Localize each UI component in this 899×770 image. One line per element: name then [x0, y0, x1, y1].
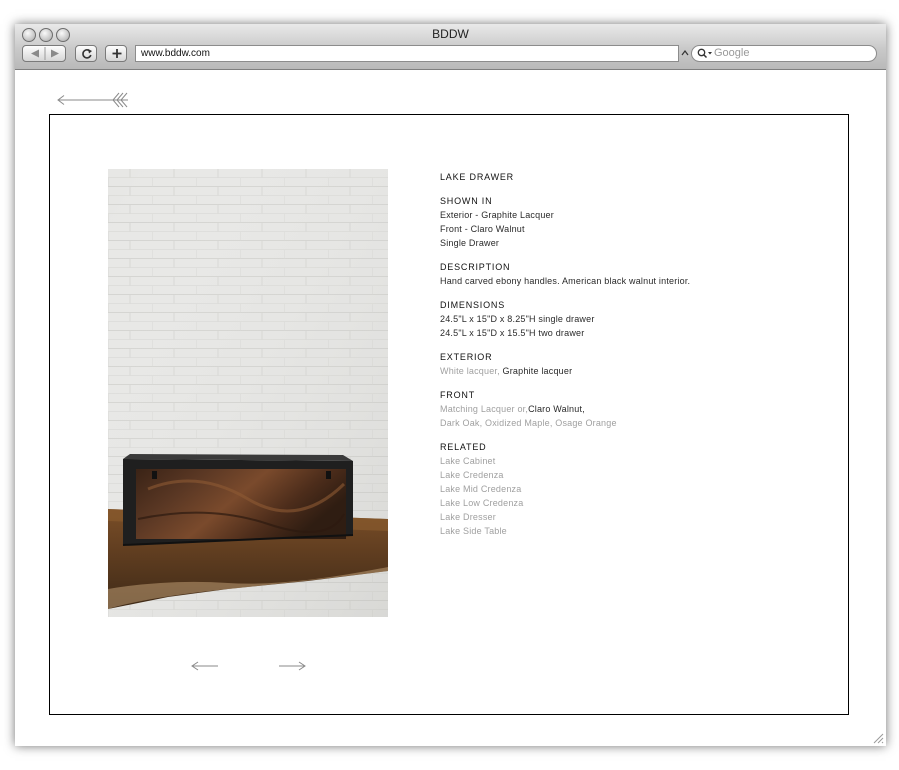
related-link[interactable]: Lake Cabinet [440, 454, 780, 468]
front-heading: FRONT [440, 390, 475, 400]
exterior-heading: EXTERIOR [440, 352, 493, 362]
dimensions-heading: DIMENSIONS [440, 300, 506, 310]
front-option-matching-link[interactable]: Matching Lacquer or, [440, 404, 528, 414]
reload-icon [82, 49, 92, 59]
search-field[interactable]: Google [691, 45, 877, 62]
address-bar[interactable]: www.bddw.com [135, 45, 679, 62]
front-option-claro[interactable]: Claro Walnut, [528, 404, 585, 414]
related-link[interactable]: Lake Side Table [440, 524, 780, 538]
browser-toolbar: BDDW www.bddw.com Google [15, 24, 886, 70]
description-text: Hand carved ebony handles. American blac… [440, 276, 691, 286]
exterior-option-graphite[interactable]: Graphite lacquer [503, 366, 573, 376]
related-heading: RELATED [440, 442, 487, 452]
shown-in-line: Front - Claro Walnut [440, 224, 525, 234]
dimensions-line: 24.5"L x 15"D x 8.25"H single drawer [440, 314, 595, 324]
product-info: LAKE DRAWER SHOWN IN Exterior - Graphite… [440, 170, 780, 538]
resize-grip-icon[interactable] [872, 732, 884, 744]
add-bookmark-button[interactable] [105, 45, 127, 62]
dimensions-line: 24.5"L x 15"D x 15.5"H two drawer [440, 328, 585, 338]
next-image-arrow-icon[interactable] [277, 660, 307, 672]
address-menu-chevron-icon[interactable] [681, 49, 689, 57]
front-option-others-link[interactable]: Dark Oak, Oxidized Maple, Osage Orange [440, 416, 780, 430]
plus-icon [112, 49, 122, 58]
back-button-icon[interactable] [31, 49, 39, 58]
previous-image-arrow-icon[interactable] [190, 660, 220, 672]
page-content: LAKE DRAWER SHOWN IN Exterior - Graphite… [15, 70, 886, 746]
exterior-option-white-link[interactable]: White lacquer, [440, 366, 500, 376]
related-link[interactable]: Lake Low Credenza [440, 496, 780, 510]
related-link[interactable]: Lake Dresser [440, 510, 780, 524]
back-forward-buttons [22, 45, 66, 62]
browser-window: BDDW www.bddw.com Google LAKE DRAWER SHO… [15, 24, 886, 746]
related-link[interactable]: Lake Credenza [440, 468, 780, 482]
forward-button-icon[interactable] [51, 49, 59, 58]
search-icon [697, 48, 712, 59]
description-heading: DESCRIPTION [440, 262, 511, 272]
product-title: LAKE DRAWER [440, 172, 514, 182]
product-photo [108, 169, 388, 617]
shown-in-line: Single Drawer [440, 238, 500, 248]
window-title: BDDW [432, 27, 469, 41]
reload-button[interactable] [75, 45, 97, 62]
search-placeholder: Google [714, 47, 750, 59]
back-arrow-icon[interactable] [55, 92, 131, 108]
related-link[interactable]: Lake Mid Credenza [440, 482, 780, 496]
shown-in-heading: SHOWN IN [440, 196, 493, 206]
shown-in-line: Exterior - Graphite Lacquer [440, 210, 554, 220]
